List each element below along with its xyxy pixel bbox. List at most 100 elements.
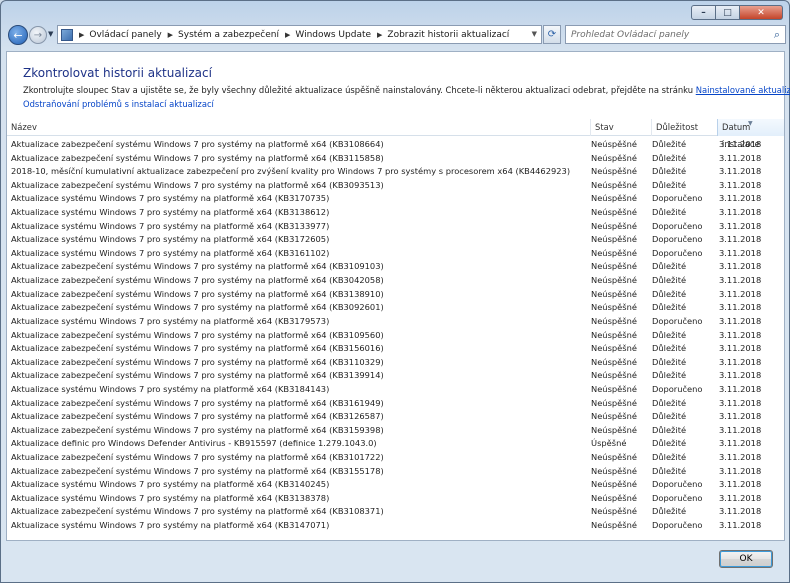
update-importance: Doporučeno bbox=[652, 193, 703, 204]
page-description: Zkontrolujte sloupec Stav a ujistěte se,… bbox=[23, 85, 790, 95]
address-dropdown-icon[interactable]: ▼ bbox=[532, 30, 537, 38]
close-button[interactable]: ✕ bbox=[740, 5, 783, 20]
update-status: Neúspěšné bbox=[591, 179, 637, 190]
update-install-date: 3.11.2018 bbox=[719, 207, 762, 218]
update-install-date: 3.11.2018 bbox=[719, 383, 762, 394]
update-name: Aktualizace zabezpečení systému Windows … bbox=[11, 370, 384, 381]
update-name: Aktualizace systému Windows 7 pro systém… bbox=[11, 234, 330, 245]
update-name: Aktualizace zabezpečení systému Windows … bbox=[11, 506, 384, 517]
column-header-install-date[interactable]: Datum instalace ▼ bbox=[717, 119, 784, 149]
table-row[interactable]: 2018-10, měsíční kumulativní aktualizace… bbox=[7, 165, 784, 179]
update-name: Aktualizace zabezpečení systému Windows … bbox=[11, 261, 384, 272]
caption-buttons: – □ ✕ bbox=[691, 5, 783, 20]
table-row[interactable]: Aktualizace systému Windows 7 pro systém… bbox=[7, 478, 784, 492]
update-status: Neúspěšné bbox=[591, 193, 637, 204]
table-row[interactable]: Aktualizace zabezpečení systému Windows … bbox=[7, 152, 784, 166]
update-name: Aktualizace zabezpečení systému Windows … bbox=[11, 302, 384, 313]
update-name: Aktualizace zabezpečení systému Windows … bbox=[11, 356, 384, 367]
minimize-button[interactable]: – bbox=[691, 5, 716, 20]
maximize-button[interactable]: □ bbox=[716, 5, 740, 20]
table-row[interactable]: Aktualizace systému Windows 7 pro systém… bbox=[7, 492, 784, 506]
update-importance: Důležité bbox=[652, 329, 687, 340]
update-status: Neúspěšné bbox=[591, 288, 637, 299]
ok-button[interactable]: OK bbox=[719, 550, 773, 568]
table-row[interactable]: Aktualizace systému Windows 7 pro systém… bbox=[7, 383, 784, 397]
update-status: Neúspěšné bbox=[591, 520, 637, 531]
chevron-right-icon[interactable]: ▶ bbox=[377, 31, 382, 39]
update-name: Aktualizace zabezpečení systému Windows … bbox=[11, 411, 384, 422]
table-row[interactable]: Aktualizace zabezpečení systému Windows … bbox=[7, 465, 784, 479]
update-status: Neúspěšné bbox=[591, 465, 637, 476]
update-importance: Důležité bbox=[652, 275, 687, 286]
table-row[interactable]: Aktualizace definic pro Windows Defender… bbox=[7, 437, 784, 451]
table-row[interactable]: Aktualizace zabezpečení systému Windows … bbox=[7, 424, 784, 438]
troubleshoot-link[interactable]: Odstraňování problémů s instalací aktual… bbox=[23, 99, 214, 109]
table-row[interactable]: Aktualizace zabezpečení systému Windows … bbox=[7, 179, 784, 193]
update-install-date: 3.11.2018 bbox=[719, 152, 762, 163]
control-panel-icon bbox=[61, 28, 73, 41]
table-row[interactable]: Aktualizace systému Windows 7 pro systém… bbox=[7, 315, 784, 329]
chevron-right-icon[interactable]: ▶ bbox=[79, 31, 84, 39]
update-install-date: 3.11.2018 bbox=[719, 193, 762, 204]
update-importance: Důležité bbox=[652, 397, 687, 408]
table-row[interactable]: Aktualizace zabezpečení systému Windows … bbox=[7, 260, 784, 274]
update-name: Aktualizace zabezpečení systému Windows … bbox=[11, 152, 384, 163]
update-install-date: 3.11.2018 bbox=[719, 179, 762, 190]
table-row[interactable]: Aktualizace zabezpečení systému Windows … bbox=[7, 342, 784, 356]
update-install-date: 3.11.2018 bbox=[719, 424, 762, 435]
back-arrow-icon[interactable]: ← bbox=[8, 25, 28, 45]
update-install-date: 3.11.2018 bbox=[719, 438, 762, 449]
chevron-right-icon[interactable]: ▶ bbox=[285, 31, 290, 39]
table-row[interactable]: Aktualizace systému Windows 7 pro systém… bbox=[7, 247, 784, 261]
breadcrumb-update-history[interactable]: Zobrazit historii aktualizací bbox=[387, 30, 509, 40]
breadcrumb-control-panel[interactable]: Ovládací panely bbox=[89, 30, 161, 40]
table-row[interactable]: Aktualizace zabezpečení systému Windows … bbox=[7, 138, 784, 152]
update-importance: Doporučeno bbox=[652, 315, 703, 326]
table-row[interactable]: Aktualizace systému Windows 7 pro systém… bbox=[7, 233, 784, 247]
recent-pages-dropdown-icon[interactable]: ▼ bbox=[48, 30, 53, 38]
update-name: Aktualizace systému Windows 7 pro systém… bbox=[11, 207, 330, 218]
table-row[interactable]: Aktualizace systému Windows 7 pro systém… bbox=[7, 220, 784, 234]
update-status: Úspěšné bbox=[591, 438, 627, 449]
refresh-icon[interactable]: ⟳ bbox=[543, 25, 561, 44]
search-input[interactable] bbox=[571, 29, 766, 40]
table-row[interactable]: Aktualizace systému Windows 7 pro systém… bbox=[7, 192, 784, 206]
update-importance: Důležité bbox=[652, 356, 687, 367]
search-icon[interactable]: ⌕ bbox=[774, 28, 780, 42]
update-importance: Doporučeno bbox=[652, 247, 703, 258]
update-status: Neúspěšné bbox=[591, 424, 637, 435]
update-install-date: 3.11.2018 bbox=[719, 302, 762, 313]
chevron-right-icon[interactable]: ▶ bbox=[168, 31, 173, 39]
table-row[interactable]: Aktualizace zabezpečení systému Windows … bbox=[7, 356, 784, 370]
update-name: Aktualizace zabezpečení systému Windows … bbox=[11, 452, 384, 463]
table-row[interactable]: Aktualizace systému Windows 7 pro systém… bbox=[7, 206, 784, 220]
update-install-date: 3.11.2018 bbox=[719, 315, 762, 326]
breadcrumb-system-security[interactable]: Systém a zabezpečení bbox=[178, 30, 279, 40]
search-box[interactable]: ⌕ bbox=[565, 25, 786, 44]
table-row[interactable]: Aktualizace zabezpečení systému Windows … bbox=[7, 288, 784, 302]
forward-arrow-icon[interactable]: → bbox=[29, 26, 47, 44]
installed-updates-link[interactable]: Nainstalované aktualizace bbox=[696, 85, 790, 95]
table-row[interactable]: Aktualizace zabezpečení systému Windows … bbox=[7, 369, 784, 383]
update-name: Aktualizace systému Windows 7 pro systém… bbox=[11, 315, 330, 326]
table-row[interactable]: Aktualizace zabezpečení systému Windows … bbox=[7, 410, 784, 424]
update-name: Aktualizace systému Windows 7 pro systém… bbox=[11, 383, 330, 394]
table-row[interactable]: Aktualizace zabezpečení systému Windows … bbox=[7, 301, 784, 315]
table-row[interactable]: Aktualizace zabezpečení systému Windows … bbox=[7, 397, 784, 411]
update-importance: Důležité bbox=[652, 261, 687, 272]
column-header-name[interactable]: Název bbox=[7, 119, 591, 136]
column-header-status[interactable]: Stav bbox=[591, 119, 652, 136]
update-status: Neúspěšné bbox=[591, 234, 637, 245]
column-header-importance[interactable]: Důležitost bbox=[652, 119, 718, 136]
update-install-date: 3.11.2018 bbox=[719, 356, 762, 367]
update-importance: Doporučeno bbox=[652, 220, 703, 231]
table-row[interactable]: Aktualizace systému Windows 7 pro systém… bbox=[7, 519, 784, 533]
update-name: Aktualizace zabezpečení systému Windows … bbox=[11, 139, 384, 149]
address-bar[interactable]: ▶ Ovládací panely ▶ Systém a zabezpečení… bbox=[57, 25, 542, 44]
breadcrumb-windows-update[interactable]: Windows Update bbox=[295, 30, 371, 40]
table-row[interactable]: Aktualizace zabezpečení systému Windows … bbox=[7, 451, 784, 465]
table-row[interactable]: Aktualizace zabezpečení systému Windows … bbox=[7, 505, 784, 519]
table-row[interactable]: Aktualizace zabezpečení systému Windows … bbox=[7, 329, 784, 343]
update-status: Neúspěšné bbox=[591, 343, 637, 354]
table-row[interactable]: Aktualizace zabezpečení systému Windows … bbox=[7, 274, 784, 288]
